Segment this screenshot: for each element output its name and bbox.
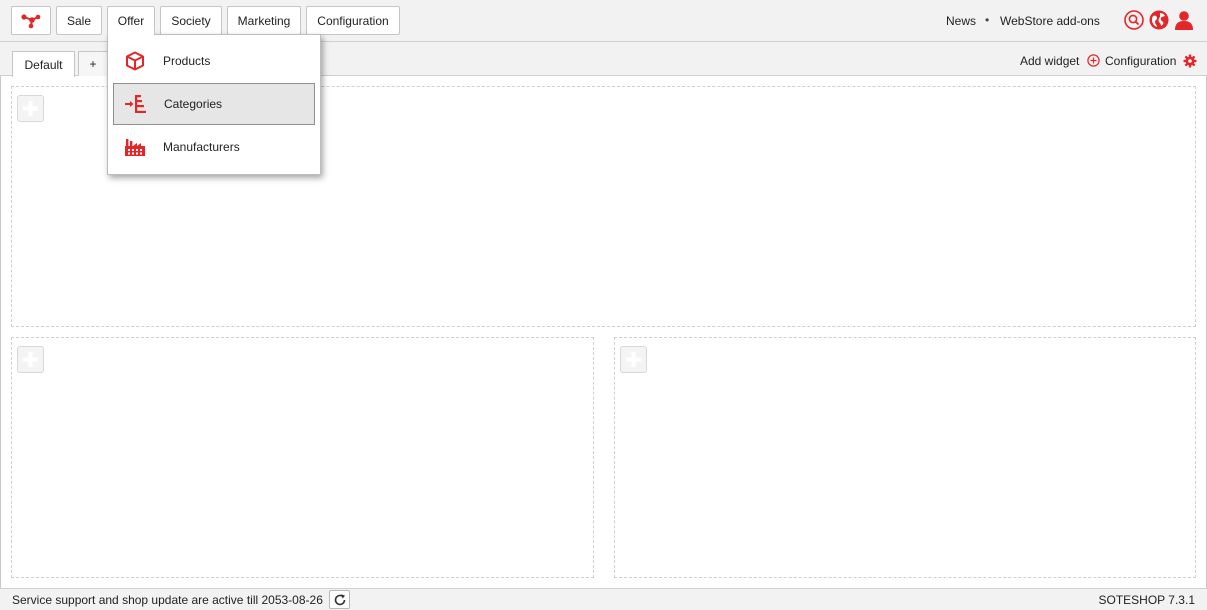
status-footer: Service support and shop update are acti…	[0, 588, 1207, 610]
nav-sale-button[interactable]: Sale	[56, 6, 102, 35]
menu-item-categories[interactable]: Categories	[113, 83, 315, 125]
menu-item-manufacturers[interactable]: Manufacturers	[113, 126, 315, 168]
add-circle-icon[interactable]	[1087, 54, 1100, 67]
search-icon[interactable]	[1124, 10, 1144, 30]
support-status-text: Service support and shop update are acti…	[12, 593, 323, 607]
refresh-icon	[334, 593, 345, 605]
menu-item-label: Products	[163, 54, 211, 68]
globe-icon[interactable]	[1149, 10, 1169, 30]
box-icon	[123, 49, 147, 73]
offer-dropdown-menu: Products Categories Manufacturers	[107, 34, 321, 175]
category-tree-icon	[124, 92, 148, 116]
add-widget-link[interactable]: Add widget	[1020, 54, 1079, 68]
menu-item-products[interactable]: Products	[113, 40, 315, 82]
news-link[interactable]: News	[946, 14, 976, 28]
nav-marketing-button[interactable]: Marketing	[227, 6, 301, 35]
nav-offer-button[interactable]: Offer	[107, 6, 155, 36]
add-widget-plus-icon[interactable]	[620, 346, 647, 373]
widget-zone-bottom-right	[614, 337, 1196, 578]
home-logo-button[interactable]	[11, 6, 51, 35]
add-widget-plus-icon[interactable]	[17, 95, 44, 122]
refresh-button[interactable]	[329, 590, 350, 609]
nav-society-button[interactable]: Society	[160, 6, 222, 35]
factory-icon	[123, 135, 147, 159]
user-icon[interactable]	[1174, 10, 1194, 30]
dashboard-configuration-link[interactable]: Configuration	[1105, 54, 1176, 68]
nav-configuration-button[interactable]: Configuration	[306, 6, 400, 35]
add-widget-plus-icon[interactable]	[17, 346, 44, 373]
version-label: SOTESHOP 7.3.1	[1098, 593, 1196, 607]
menu-item-label: Manufacturers	[163, 140, 240, 154]
network-logo-icon	[21, 13, 41, 28]
link-separator: •	[985, 13, 990, 27]
menu-item-label: Categories	[164, 97, 223, 111]
gear-icon[interactable]	[1183, 54, 1197, 68]
tab-add-button[interactable]: +	[78, 51, 108, 76]
widget-zone-bottom-left	[11, 337, 594, 578]
tab-default[interactable]: Default	[12, 51, 75, 77]
webstore-addons-link[interactable]: WebStore add-ons	[1000, 14, 1100, 28]
